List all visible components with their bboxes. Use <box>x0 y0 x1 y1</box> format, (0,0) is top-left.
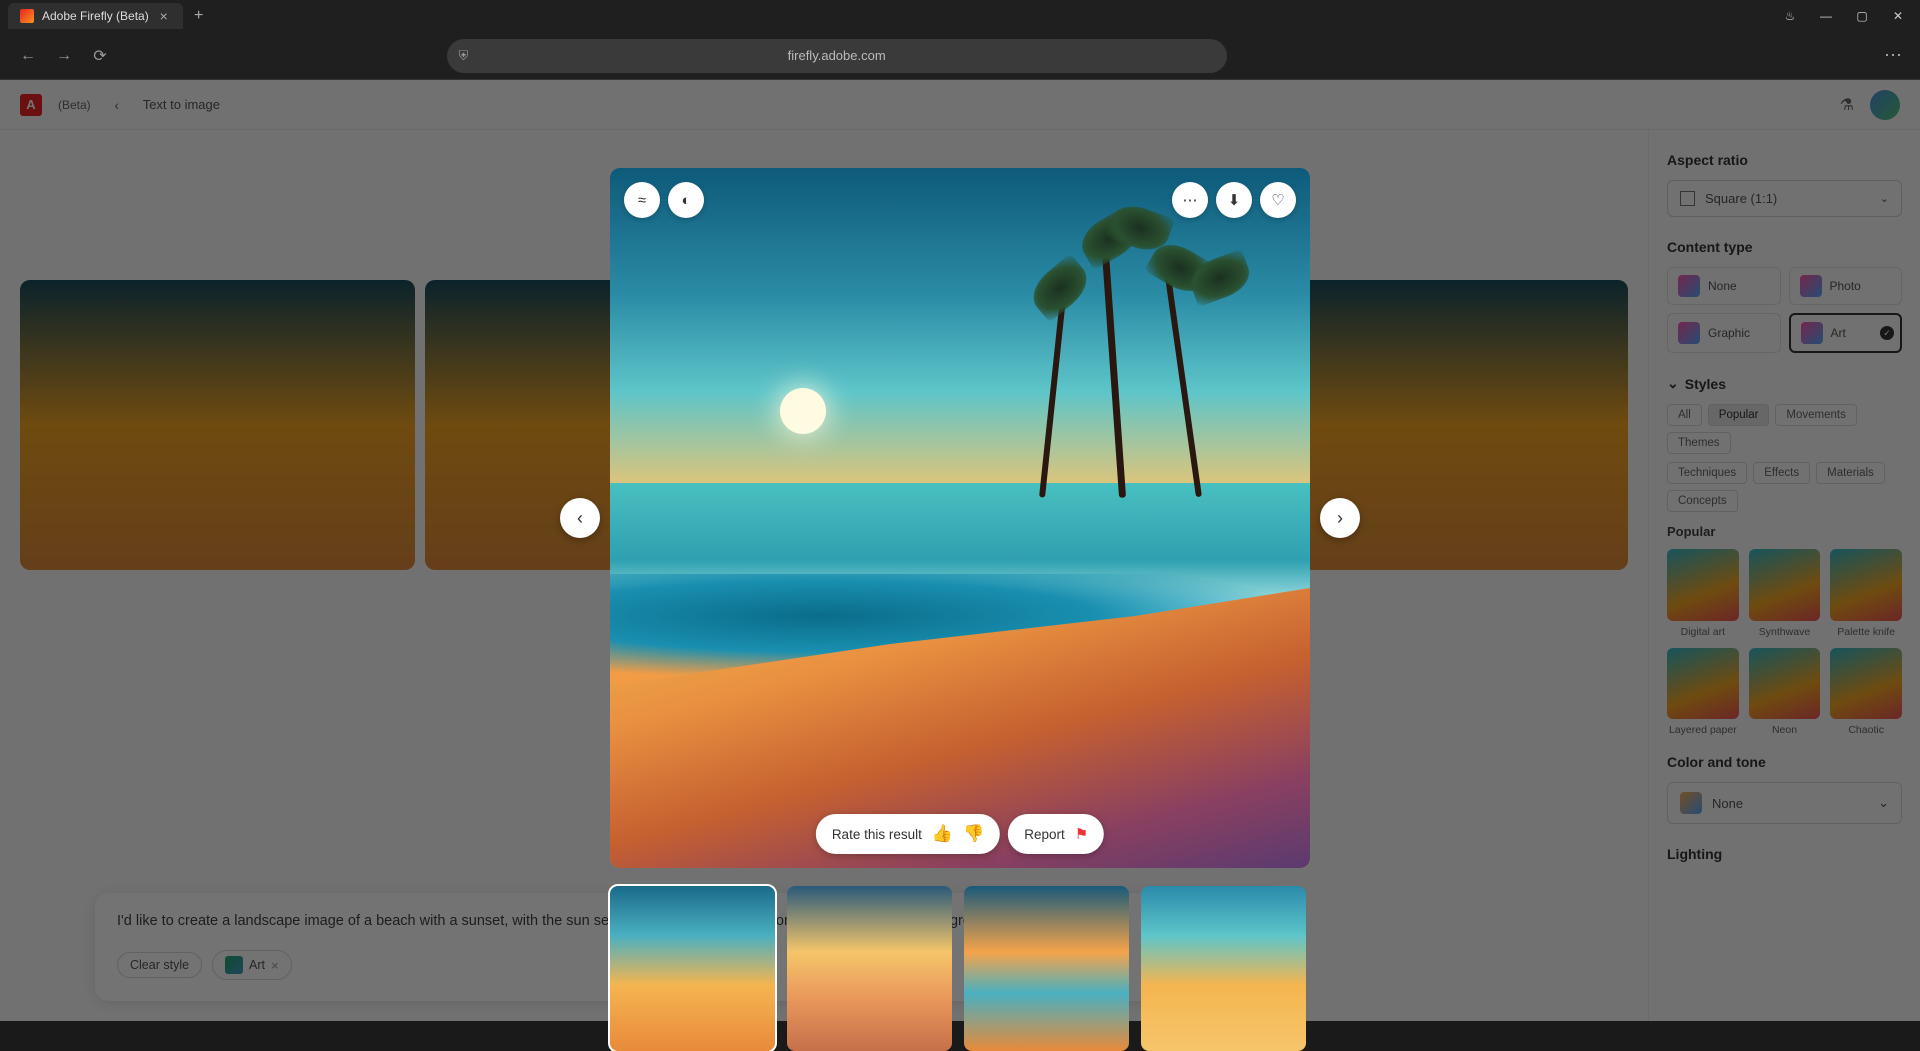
browser-menu-icon[interactable]: ⋯ <box>1884 45 1904 66</box>
tab-title: Adobe Firefly (Beta) <box>42 9 149 23</box>
flag-icon: ⚑ <box>1075 825 1088 843</box>
close-window-icon[interactable]: ✕ <box>1884 6 1912 26</box>
favorite-icon[interactable]: ♡ <box>1260 182 1296 218</box>
browser-tab[interactable]: Adobe Firefly (Beta) × <box>8 3 183 29</box>
thumbs-down-icon[interactable]: 👎 <box>963 824 984 844</box>
variant-thumb-3[interactable] <box>964 886 1129 1051</box>
new-tab-button[interactable]: + <box>187 4 211 28</box>
url-text: firefly.adobe.com <box>788 48 886 63</box>
browser-chrome: Adobe Firefly (Beta) × + ♨ — ▢ ✕ ← → ⟳ ⛨… <box>0 0 1920 80</box>
close-tab-icon[interactable]: × <box>157 9 171 23</box>
maximize-icon[interactable]: ▢ <box>1848 6 1876 26</box>
forward-icon[interactable]: → <box>52 44 76 68</box>
reload-icon[interactable]: ⟳ <box>88 44 112 68</box>
url-field[interactable]: ⛨ firefly.adobe.com <box>447 39 1227 73</box>
tab-bar: Adobe Firefly (Beta) × + ♨ — ▢ ✕ <box>0 0 1920 32</box>
download-icon[interactable]: ⬇ <box>1216 182 1252 218</box>
flame-icon[interactable]: ♨ <box>1776 6 1804 26</box>
shield-icon: ⛨ <box>459 48 469 64</box>
edit-icon[interactable]: ◐ <box>668 182 704 218</box>
variant-thumb-4[interactable] <box>1141 886 1306 1051</box>
preview-image <box>610 168 1310 868</box>
variant-thumb-1[interactable] <box>610 886 775 1051</box>
adobe-favicon <box>20 9 34 23</box>
rate-label: Rate this result <box>832 827 922 842</box>
rate-result-pill: Rate this result 👍 👎 <box>816 814 1000 854</box>
prev-image-button[interactable]: ‹ <box>560 498 600 538</box>
next-image-button[interactable]: › <box>1320 498 1360 538</box>
variant-thumbnails <box>610 886 1310 1051</box>
report-button[interactable]: Report ⚑ <box>1008 814 1104 854</box>
thumbs-up-icon[interactable]: 👍 <box>932 824 953 844</box>
window-controls: ♨ — ▢ ✕ <box>1776 6 1912 26</box>
variant-thumb-2[interactable] <box>787 886 952 1051</box>
back-icon[interactable]: ← <box>16 44 40 68</box>
variations-icon[interactable]: ≈ <box>624 182 660 218</box>
address-bar: ← → ⟳ ⛨ firefly.adobe.com ⋯ <box>0 32 1920 80</box>
report-label: Report <box>1024 827 1065 842</box>
more-options-icon[interactable]: ⋯ <box>1172 182 1208 218</box>
minimize-icon[interactable]: — <box>1812 6 1840 26</box>
image-detail-lightbox: ≈ ◐ ⋯ ⬇ ♡ ‹ › Rate this result 👍 👎 Repor… <box>610 168 1310 1051</box>
